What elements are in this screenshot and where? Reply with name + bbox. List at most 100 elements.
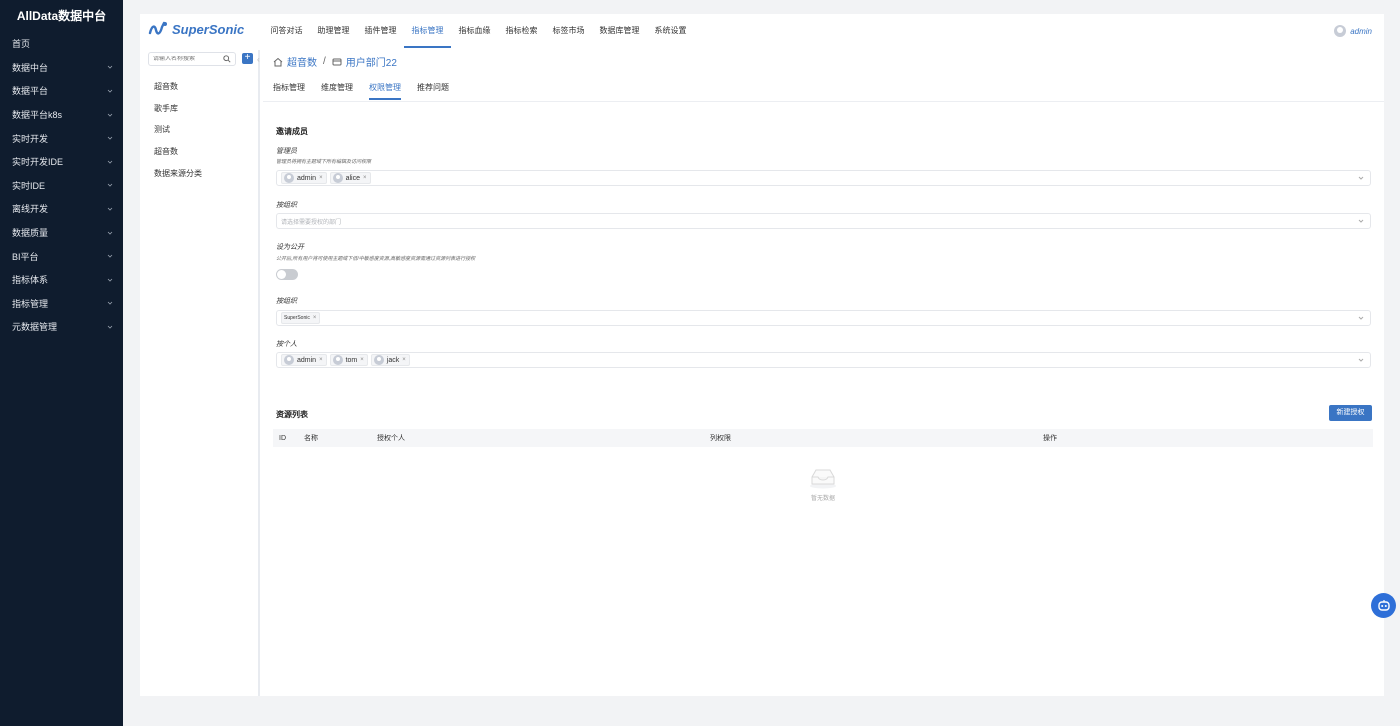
top-nav-item[interactable]: 系统设置 [647,14,694,48]
user-menu[interactable]: admin [1334,25,1372,37]
chevron-down-icon [1358,219,1364,223]
close-icon[interactable]: × [402,357,406,363]
public-hint: 公开后,所有用户将可使用主题域下低/中敏感度资源,高敏感度资源需通过资源列表进行… [276,256,476,262]
new-authorization-button[interactable]: 新建授权 [1329,405,1372,421]
close-icon[interactable]: × [319,357,323,363]
tree-search-input[interactable] [153,56,213,62]
sidebar-item[interactable]: 指标体系 [0,268,123,292]
sidebar-item[interactable]: 数据中台 [0,56,123,80]
sidebar-item[interactable]: 实时开发 [0,126,123,150]
top-nav-item[interactable]: 数据库管理 [592,14,647,48]
main-panel: SuperSonic 问答对话 助理管理 插件管理 指标管理 指标血缘 指标检索 标签市场数… [140,14,1384,696]
sidebar-item[interactable]: 数据平台 [0,79,123,103]
sidebar-item[interactable]: 元数据管理 [0,315,123,339]
invite-title: 邀请成员 [276,127,308,136]
empty-icon [808,467,838,492]
top-nav-item[interactable]: 指标检索 [498,14,545,48]
tree-item[interactable]: 数据来源分类 [154,168,202,179]
chevron-down-icon [107,254,113,258]
org-tag-select[interactable]: SuperSonic × [276,310,1371,326]
top-header: SuperSonic 问答对话 助理管理 插件管理 指标管理 指标血缘 指标检索 标签市场数… [140,14,1384,50]
selected-tag[interactable]: tom × [329,354,368,366]
selected-tag[interactable]: alice × [329,172,371,184]
col-column-permission: 列权限 [710,435,731,442]
close-icon[interactable]: × [319,175,323,181]
public-toggle[interactable] [276,269,298,280]
content-tabs: 指标管理 维度管理 权限管理 推荐问题 [273,82,449,100]
selected-tag[interactable]: SuperSonic × [281,312,321,324]
close-icon[interactable]: × [360,357,364,363]
datasource-icon [332,58,342,65]
tree-item[interactable]: 测试 [154,124,170,135]
tag-label: jack [386,356,400,364]
sidebar-item[interactable]: 数据平台k8s [0,103,123,127]
collapse-icon[interactable]: ‹ [257,55,260,64]
tree-search[interactable] [148,52,236,66]
home-icon[interactable] [273,57,283,67]
logo-icon [148,21,167,35]
tab-item[interactable]: 维度管理 [321,82,353,100]
sidebar-item-label: BI平台 [12,251,39,262]
close-icon[interactable]: × [313,315,317,321]
tree-item[interactable]: 歌手库 [154,103,178,114]
sidebar-item-label: 实时IDE [12,180,46,191]
app-title: AllData数据中台 [16,9,107,23]
sidebar-item-label: 实时开发 [12,133,49,144]
chevron-down-icon [107,278,113,282]
tag-label: admin [297,174,317,182]
admin-select[interactable]: admin × alice × [276,170,1371,186]
top-nav-item[interactable]: 指标管理 [404,14,451,48]
sidebar-item[interactable]: 数据质量 [0,221,123,245]
avatar [373,355,384,365]
top-nav-item[interactable]: 指标血缘 [451,14,498,48]
selected-tag[interactable]: admin × [281,354,327,366]
tab-item[interactable]: 指标管理 [273,82,305,100]
top-nav-item[interactable]: 助理管理 [310,14,357,48]
sidebar-item[interactable]: 指标管理 [0,292,123,316]
chevron-down-icon [107,160,113,164]
selected-tag[interactable]: admin × [281,172,327,184]
top-nav-item[interactable]: 插件管理 [357,14,404,48]
supersonic-logo[interactable]: SuperSonic [148,21,244,37]
sidebar-item[interactable]: 实时开发IDE [0,150,123,174]
close-icon[interactable]: × [363,175,367,181]
breadcrumb-current[interactable]: 用户部门22 [346,54,397,69]
top-nav-item[interactable]: 标签市场 [545,14,592,48]
top-nav: 问答对话 助理管理 插件管理 指标管理 指标血缘 指标检索 标签市场 数据库管理 系统设置 [263,14,694,48]
breadcrumb-separator: / [323,56,326,67]
person-label: 按个人 [276,341,297,348]
tree-item[interactable]: 超音数 [154,146,178,157]
tab-item[interactable]: 权限管理 [369,82,401,100]
chevron-down-icon [1358,358,1364,362]
tree-item[interactable]: 超音数 [154,81,178,92]
selected-tag[interactable]: jack × [370,354,410,366]
breadcrumb-root[interactable]: 超音数 [287,54,317,69]
add-domain-button[interactable]: + [242,53,253,64]
tab-item[interactable]: 推荐问题 [417,82,449,100]
top-nav-item[interactable]: 问答对话 [263,14,310,48]
col-grantee: 授权个人 [377,435,405,442]
avatar [284,173,294,183]
admin-hint: 管理员将拥有主题域下所有编辑及访问权限 [276,159,372,165]
sidebar-item[interactable]: 首页 [0,32,123,56]
tag-label: tom [345,356,358,364]
sidebar-item-label: 首页 [12,39,31,50]
tabs-divider [263,101,1384,102]
chevron-down-icon [107,184,113,187]
resources-table-header: ID 名称 授权个人 列权限 操作 [273,429,1373,447]
sidebar-item[interactable]: BI平台 [0,244,123,268]
chat-assistant-button[interactable] [1371,593,1396,618]
org-select[interactable]: 请选择需要授权的部门 [276,213,1371,229]
chevron-down-icon [107,136,113,140]
person-select[interactable]: admin × tom × jack × [276,352,1371,368]
empty-text: 暂无数据 [810,496,835,502]
org2-label: 按组织 [276,298,297,305]
chevron-down-icon [107,89,113,93]
logo-text: SuperSonic [172,21,245,37]
sidebar-item[interactable]: 实时IDE [0,174,123,198]
sidebar-item[interactable]: 离线开发 [0,197,123,221]
search-icon[interactable] [223,55,231,63]
breadcrumb: 超音数 / 用户部门22 [273,54,397,69]
sidebar-item-label: 数据平台k8s [12,110,63,121]
col-id: ID [279,434,286,442]
